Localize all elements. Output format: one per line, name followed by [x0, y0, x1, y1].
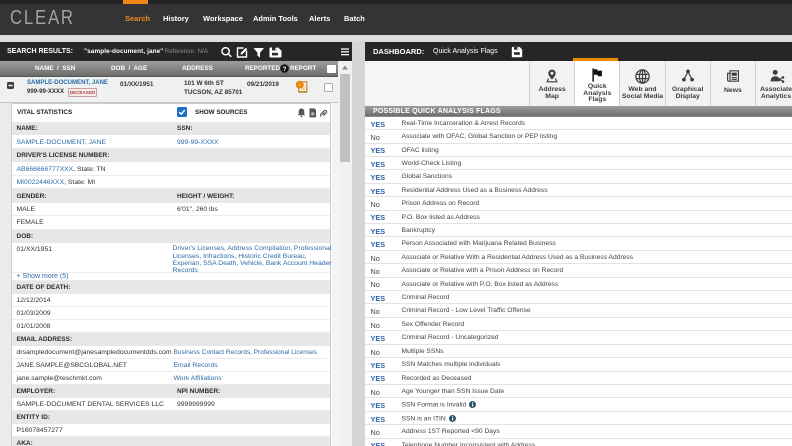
svg-text:?: ? [282, 66, 286, 73]
